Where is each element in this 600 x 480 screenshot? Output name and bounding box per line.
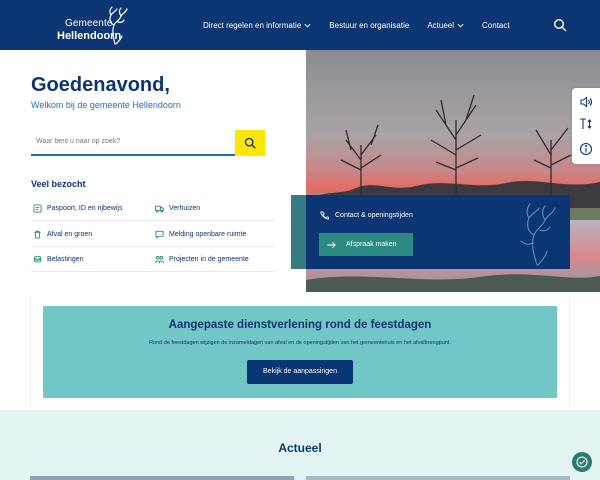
text-size-icon[interactable]	[579, 117, 593, 131]
truck-icon	[155, 205, 164, 213]
link-label: Paspoort, ID en rijbewijs	[47, 205, 123, 212]
id-card-icon	[33, 204, 42, 213]
view-changes-button[interactable]: Bekijk de aanpassingen	[247, 360, 353, 384]
holiday-notice: Aangepaste dienstverlening rond de feest…	[43, 306, 557, 398]
nav-label: Contact	[482, 20, 510, 30]
nav-label: Actueel	[427, 20, 455, 30]
site-header: Gemeente Hellendoorn Direct regelen en i…	[0, 0, 600, 50]
greeting: Goedenavond,	[31, 74, 170, 96]
link-label: Verhuizen	[169, 205, 201, 212]
search-input[interactable]: Waar bent u naar op zoek?	[31, 130, 235, 156]
accessibility-toolbar	[572, 88, 600, 164]
search-placeholder: Waar bent u naar op zoek?	[36, 138, 121, 145]
notice-text: Rond de feestdagen wijzigen de inzamelda…	[149, 340, 451, 346]
appointment-label: Afspraak maken	[346, 241, 397, 248]
contact-card: Contact & openingstijden Afspraak maken	[291, 195, 570, 269]
most-visited-title: Veel bezocht	[31, 179, 86, 189]
search-icon[interactable]	[553, 18, 567, 32]
welcome-text: Welkom bij de gemeente Hellendoorn	[31, 100, 181, 110]
link-belastingen[interactable]: Belastingen	[31, 248, 153, 271]
info-icon[interactable]	[579, 142, 593, 156]
link-afval[interactable]: Afval en groen	[31, 223, 153, 246]
cookie-check-icon	[576, 456, 588, 468]
logo[interactable]: Gemeente Hellendoorn	[57, 6, 137, 45]
nav-bestuur[interactable]: Bestuur en organisatie	[329, 21, 409, 30]
appointment-button[interactable]: Afspraak maken	[319, 233, 413, 256]
trash-icon	[34, 230, 41, 239]
arrow-right-icon	[327, 241, 336, 248]
deer-logo-icon	[109, 6, 128, 45]
main-nav: Direct regelen en informatie Bestuur en …	[203, 0, 510, 50]
nav-label: Bestuur en organisatie	[329, 20, 410, 30]
nav-actueel[interactable]: Actueel	[427, 21, 464, 30]
search-button[interactable]	[235, 130, 265, 156]
nav-direct-regelen[interactable]: Direct regelen en informatie	[203, 21, 311, 30]
coins-icon	[33, 255, 42, 263]
most-visited-list: Paspoort, ID en rijbewijs Verhuizen Afva…	[31, 197, 275, 274]
chevron-down-icon	[304, 23, 311, 27]
notice-title: Aangepaste dienstverlening rond de feest…	[168, 319, 432, 331]
link-projecten[interactable]: Projecten in de gemeente	[153, 248, 275, 271]
link-label: Projecten in de gemeente	[169, 256, 249, 263]
link-row: Paspoort, ID en rijbewijs Verhuizen	[31, 197, 275, 221]
link-label: Afval en groen	[47, 230, 93, 238]
link-row: Belastingen Projecten in de gemeente	[31, 248, 275, 272]
nav-contact[interactable]: Contact	[482, 21, 510, 30]
link-paspoort[interactable]: Paspoort, ID en rijbewijs	[31, 197, 153, 220]
link-row: Afval en groen Melding openbare ruimte	[31, 223, 275, 247]
news-thumbnail[interactable]	[306, 476, 570, 480]
link-label: Belastingen	[47, 256, 84, 263]
people-icon	[155, 255, 164, 264]
search-icon	[244, 137, 256, 149]
contact-label: Contact & openingstijden	[335, 212, 413, 219]
news-thumbnail[interactable]	[30, 476, 294, 480]
chevron-down-icon	[457, 23, 464, 27]
speaker-icon[interactable]	[579, 95, 593, 109]
site-search: Waar bent u naar op zoek?	[31, 130, 265, 156]
nav-label: Direct regelen en informatie	[203, 20, 302, 30]
contact-link[interactable]: Contact & openingstijden	[320, 211, 413, 220]
link-melding[interactable]: Melding openbare ruimte	[153, 223, 275, 246]
phone-icon	[320, 211, 329, 220]
link-verhuizen[interactable]: Verhuizen	[153, 197, 275, 220]
link-label: Melding openbare ruimte	[169, 230, 247, 238]
deer-watermark-icon	[520, 203, 556, 266]
cookie-settings-button[interactable]	[572, 452, 592, 472]
chat-icon	[155, 230, 164, 239]
contact-card-accent	[291, 195, 306, 269]
news-title: Actueel	[278, 441, 322, 455]
